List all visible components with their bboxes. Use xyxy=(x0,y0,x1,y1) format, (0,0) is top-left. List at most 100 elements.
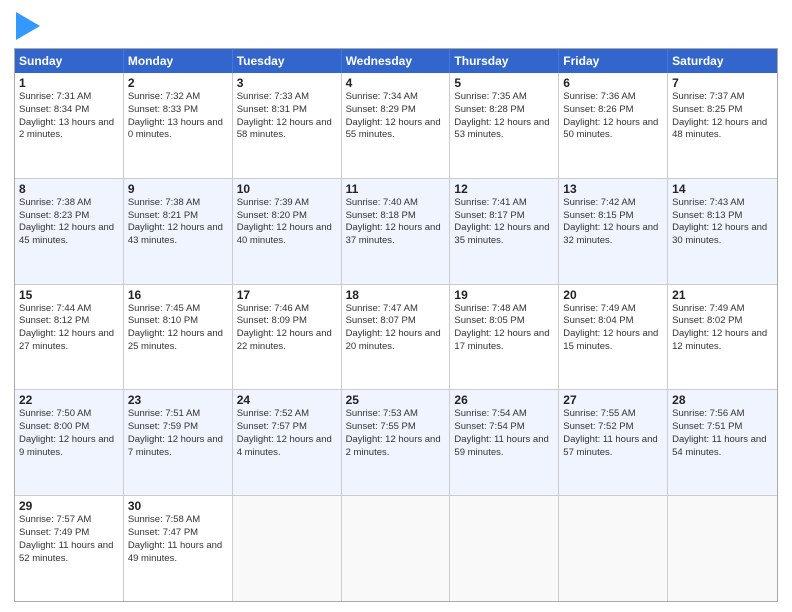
table-row: 2 Sunrise: 7:32 AM Sunset: 8:33 PM Dayli… xyxy=(124,73,233,178)
table-row: 8 Sunrise: 7:38 AM Sunset: 8:23 PM Dayli… xyxy=(15,179,124,284)
daylight-label: Daylight: 12 hours and 9 minutes. xyxy=(19,434,114,458)
table-row: 28 Sunrise: 7:56 AM Sunset: 7:51 PM Dayl… xyxy=(668,390,777,495)
sunrise-label: Sunrise: 7:51 AM xyxy=(128,408,200,419)
calendar-header: Sunday Monday Tuesday Wednesday Thursday… xyxy=(15,49,777,73)
daylight-label: Daylight: 12 hours and 45 minutes. xyxy=(19,222,114,246)
cell-info: Sunrise: 7:55 AM Sunset: 7:52 PM Dayligh… xyxy=(563,408,663,459)
daylight-label: Daylight: 12 hours and 4 minutes. xyxy=(237,434,332,458)
cell-info: Sunrise: 7:32 AM Sunset: 8:33 PM Dayligh… xyxy=(128,91,228,142)
sunrise-label: Sunrise: 7:34 AM xyxy=(346,91,418,102)
sunset-label: Sunset: 8:23 PM xyxy=(19,210,89,221)
day-number: 7 xyxy=(672,76,773,90)
sunset-label: Sunset: 8:33 PM xyxy=(128,104,198,115)
sunrise-label: Sunrise: 7:40 AM xyxy=(346,197,418,208)
day-number: 4 xyxy=(346,76,446,90)
table-row: 4 Sunrise: 7:34 AM Sunset: 8:29 PM Dayli… xyxy=(342,73,451,178)
table-row: 3 Sunrise: 7:33 AM Sunset: 8:31 PM Dayli… xyxy=(233,73,342,178)
sunset-label: Sunset: 8:28 PM xyxy=(454,104,524,115)
sunset-label: Sunset: 8:07 PM xyxy=(346,315,416,326)
cell-info: Sunrise: 7:36 AM Sunset: 8:26 PM Dayligh… xyxy=(563,91,663,142)
header-monday: Monday xyxy=(124,49,233,73)
sunset-label: Sunset: 7:51 PM xyxy=(672,421,742,432)
sunrise-label: Sunrise: 7:52 AM xyxy=(237,408,309,419)
cell-info: Sunrise: 7:57 AM Sunset: 7:49 PM Dayligh… xyxy=(19,514,119,565)
sunset-label: Sunset: 8:02 PM xyxy=(672,315,742,326)
header-sunday: Sunday xyxy=(15,49,124,73)
daylight-label: Daylight: 13 hours and 0 minutes. xyxy=(128,117,223,141)
cell-info: Sunrise: 7:47 AM Sunset: 8:07 PM Dayligh… xyxy=(346,303,446,354)
cell-info: Sunrise: 7:38 AM Sunset: 8:23 PM Dayligh… xyxy=(19,197,119,248)
sunrise-label: Sunrise: 7:38 AM xyxy=(128,197,200,208)
sunrise-label: Sunrise: 7:48 AM xyxy=(454,303,526,314)
calendar-row: 29 Sunrise: 7:57 AM Sunset: 7:49 PM Dayl… xyxy=(15,496,777,601)
table-row: 24 Sunrise: 7:52 AM Sunset: 7:57 PM Dayl… xyxy=(233,390,342,495)
daylight-label: Daylight: 12 hours and 20 minutes. xyxy=(346,328,441,352)
sunrise-label: Sunrise: 7:32 AM xyxy=(128,91,200,102)
cell-info: Sunrise: 7:39 AM Sunset: 8:20 PM Dayligh… xyxy=(237,197,337,248)
daylight-label: Daylight: 12 hours and 48 minutes. xyxy=(672,117,767,141)
header-wednesday: Wednesday xyxy=(342,49,451,73)
sunrise-label: Sunrise: 7:31 AM xyxy=(19,91,91,102)
table-row: 1 Sunrise: 7:31 AM Sunset: 8:34 PM Dayli… xyxy=(15,73,124,178)
day-number: 13 xyxy=(563,182,663,196)
day-number: 28 xyxy=(672,393,773,407)
sunrise-label: Sunrise: 7:44 AM xyxy=(19,303,91,314)
table-row: 27 Sunrise: 7:55 AM Sunset: 7:52 PM Dayl… xyxy=(559,390,668,495)
daylight-label: Daylight: 11 hours and 49 minutes. xyxy=(128,540,222,564)
sunset-label: Sunset: 8:12 PM xyxy=(19,315,89,326)
daylight-label: Daylight: 12 hours and 32 minutes. xyxy=(563,222,658,246)
day-number: 19 xyxy=(454,288,554,302)
day-number: 5 xyxy=(454,76,554,90)
header-saturday: Saturday xyxy=(668,49,777,73)
daylight-label: Daylight: 12 hours and 22 minutes. xyxy=(237,328,332,352)
cell-info: Sunrise: 7:58 AM Sunset: 7:47 PM Dayligh… xyxy=(128,514,228,565)
sunset-label: Sunset: 7:59 PM xyxy=(128,421,198,432)
cell-info: Sunrise: 7:37 AM Sunset: 8:25 PM Dayligh… xyxy=(672,91,773,142)
cell-info: Sunrise: 7:34 AM Sunset: 8:29 PM Dayligh… xyxy=(346,91,446,142)
day-number: 6 xyxy=(563,76,663,90)
table-row: 5 Sunrise: 7:35 AM Sunset: 8:28 PM Dayli… xyxy=(450,73,559,178)
cell-info: Sunrise: 7:38 AM Sunset: 8:21 PM Dayligh… xyxy=(128,197,228,248)
daylight-label: Daylight: 11 hours and 57 minutes. xyxy=(563,434,657,458)
sunset-label: Sunset: 8:13 PM xyxy=(672,210,742,221)
sunset-label: Sunset: 7:47 PM xyxy=(128,527,198,538)
sunset-label: Sunset: 8:25 PM xyxy=(672,104,742,115)
table-row xyxy=(450,496,559,601)
sunrise-label: Sunrise: 7:58 AM xyxy=(128,514,200,525)
sunrise-label: Sunrise: 7:55 AM xyxy=(563,408,635,419)
header-tuesday: Tuesday xyxy=(233,49,342,73)
cell-info: Sunrise: 7:54 AM Sunset: 7:54 PM Dayligh… xyxy=(454,408,554,459)
day-number: 17 xyxy=(237,288,337,302)
day-number: 26 xyxy=(454,393,554,407)
sunrise-label: Sunrise: 7:35 AM xyxy=(454,91,526,102)
calendar-row: 8 Sunrise: 7:38 AM Sunset: 8:23 PM Dayli… xyxy=(15,179,777,285)
header-friday: Friday xyxy=(559,49,668,73)
day-number: 18 xyxy=(346,288,446,302)
daylight-label: Daylight: 11 hours and 52 minutes. xyxy=(19,540,113,564)
daylight-label: Daylight: 12 hours and 2 minutes. xyxy=(346,434,441,458)
sunrise-label: Sunrise: 7:43 AM xyxy=(672,197,744,208)
sunrise-label: Sunrise: 7:57 AM xyxy=(19,514,91,525)
calendar-row: 1 Sunrise: 7:31 AM Sunset: 8:34 PM Dayli… xyxy=(15,73,777,179)
sunrise-label: Sunrise: 7:42 AM xyxy=(563,197,635,208)
daylight-label: Daylight: 12 hours and 12 minutes. xyxy=(672,328,767,352)
cell-info: Sunrise: 7:52 AM Sunset: 7:57 PM Dayligh… xyxy=(237,408,337,459)
table-row: 26 Sunrise: 7:54 AM Sunset: 7:54 PM Dayl… xyxy=(450,390,559,495)
table-row: 16 Sunrise: 7:45 AM Sunset: 8:10 PM Dayl… xyxy=(124,285,233,390)
daylight-label: Daylight: 12 hours and 7 minutes. xyxy=(128,434,223,458)
daylight-label: Daylight: 12 hours and 25 minutes. xyxy=(128,328,223,352)
cell-info: Sunrise: 7:42 AM Sunset: 8:15 PM Dayligh… xyxy=(563,197,663,248)
table-row: 29 Sunrise: 7:57 AM Sunset: 7:49 PM Dayl… xyxy=(15,496,124,601)
sunrise-label: Sunrise: 7:39 AM xyxy=(237,197,309,208)
day-number: 1 xyxy=(19,76,119,90)
daylight-label: Daylight: 11 hours and 59 minutes. xyxy=(454,434,548,458)
sunrise-label: Sunrise: 7:37 AM xyxy=(672,91,744,102)
daylight-label: Daylight: 12 hours and 27 minutes. xyxy=(19,328,114,352)
daylight-label: Daylight: 12 hours and 35 minutes. xyxy=(454,222,549,246)
table-row: 23 Sunrise: 7:51 AM Sunset: 7:59 PM Dayl… xyxy=(124,390,233,495)
sunset-label: Sunset: 8:34 PM xyxy=(19,104,89,115)
sunset-label: Sunset: 8:09 PM xyxy=(237,315,307,326)
sunset-label: Sunset: 8:17 PM xyxy=(454,210,524,221)
logo xyxy=(14,12,40,40)
table-row: 25 Sunrise: 7:53 AM Sunset: 7:55 PM Dayl… xyxy=(342,390,451,495)
